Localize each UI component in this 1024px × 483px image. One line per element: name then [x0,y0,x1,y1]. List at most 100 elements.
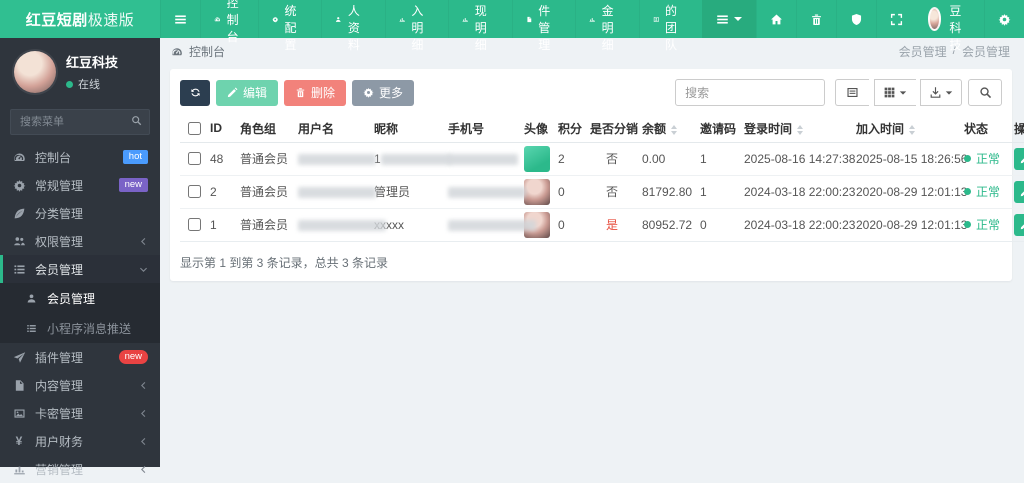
sidebar-item-plugins[interactable]: 插件管理 new [0,343,160,371]
row-checkbox[interactable] [188,218,201,231]
table-row[interactable]: 2 普通会员 管理员 0 否 81792.80 1 2024-03-18 22:… [180,175,1024,209]
col-role[interactable]: 角色组 [236,115,294,143]
sort-icon[interactable] [909,124,916,135]
breadcrumb-parent[interactable]: 会员管理 [899,43,947,60]
row-checkbox[interactable] [188,185,201,198]
sidebar-item-category[interactable]: 分类管理 [0,199,160,227]
refresh-button[interactable] [180,79,210,106]
cell-username [294,142,376,176]
sidebar-item-user-finance[interactable]: ¥ 用户财务 [0,427,160,455]
col-username[interactable]: 用户名 [294,115,370,143]
topbar-user-menu[interactable]: 红豆科技 [916,0,984,52]
topnav-profile[interactable]: 个人资料 [321,0,384,52]
settings-button[interactable] [984,0,1024,38]
team-icon [653,13,659,26]
table-row[interactable]: 1 普通会员 xxxxx 0 是 80952.72 0 2024-03-18 2… [180,208,1024,242]
cell-balance: 81792.80 [638,175,696,209]
col-nickname[interactable]: 昵称 [370,115,444,143]
sidebar-subitem-miniprogram-push[interactable]: 小程序消息推送 [0,313,160,343]
delete-button[interactable]: 删除 [284,79,347,106]
search-button[interactable] [968,79,1002,106]
cell-status: 正常 [960,208,1010,242]
sort-icon[interactable] [671,124,678,135]
table-search-input[interactable] [675,79,826,106]
file-icon [526,13,532,26]
breadcrumb-home[interactable]: 控制台 [189,43,225,60]
topnav-commission-detail[interactable]: 佣金明细 [575,0,638,52]
row-edit-button[interactable] [1014,213,1024,236]
cell-join-time: 2020-08-29 12:01:13 [852,175,967,209]
select-all-checkbox[interactable] [188,121,201,135]
col-balance[interactable]: 余额 [638,115,696,143]
sidebar-item-dashboard[interactable]: 控制台 hot [0,143,160,171]
row-checkbox[interactable] [188,152,201,165]
table-row[interactable]: 48 普通会员 1 2 否 0.00 1 2025-08-16 14:27:38… [180,142,1024,176]
sidebar-item-general[interactable]: 常规管理 new [0,171,160,199]
sort-icon[interactable] [797,124,804,135]
more-button[interactable]: 更多 [352,79,415,106]
sidebar-submenu: 会员管理 小程序消息推送 [0,283,160,343]
fullscreen-button[interactable] [875,0,916,38]
sidebar-collapse-toggle[interactable] [160,0,200,38]
edit-button[interactable]: 编辑 [216,79,279,106]
col-phone[interactable]: 手机号 [444,115,520,143]
cell-actions [1010,142,1024,176]
columns-button[interactable] [873,79,916,106]
row-edit-button[interactable] [1014,180,1024,203]
menu-search-input[interactable] [10,109,150,135]
topnav-withdraw-detail[interactable]: 提现明细 [448,0,511,52]
sidebar-menu: 控制台 hot 常规管理 new 分类管理 权限管理 会员管理 会员管理 小程序消息… [0,143,160,483]
topnav-system-config[interactable]: 系统配置 [258,0,321,52]
col-avatar[interactable]: 头像 [520,115,554,143]
status-badge: 正常 [964,183,1000,200]
chevron-left-icon [139,409,148,418]
export-icon [929,86,942,99]
sidebar-subitem-member-management[interactable]: 会员管理 [0,283,160,313]
col-invite-code[interactable]: 邀请码 [696,115,740,143]
table-toolbar: 编辑 删除 更多 [180,79,1002,106]
cell-role: 普通会员 [236,208,294,242]
sidebar-item-content[interactable]: 内容管理 [0,371,160,399]
chevron-down-icon [139,265,148,274]
file-icon [12,379,26,392]
col-id[interactable]: ID [206,115,236,143]
avatar [524,145,550,172]
col-login-time[interactable]: 登录时间 [740,115,852,143]
main-content: 控制台 会员管理 / 会员管理 编辑 删除 更多 搜索 ID 角色组 用户名 昵… [160,38,1024,467]
col-points[interactable]: 积分 [554,115,586,143]
clear-button[interactable] [795,0,836,38]
hot-badge: hot [122,150,148,164]
cell-balance: 0.00 [638,142,696,176]
cell-id: 2 [206,175,236,209]
topnav-attachment[interactable]: 附件管理 [511,0,575,52]
sidebar-item-permission[interactable]: 权限管理 [0,227,160,255]
topnav-my-team[interactable]: 我的团队 [638,0,702,52]
export-button[interactable] [920,79,962,106]
gear-icon [363,87,374,98]
chart-icon [462,13,468,26]
topnav-income-detail[interactable]: 收入明细 [384,0,448,52]
app-logo[interactable]: 红豆短剧 极速版 [0,0,160,38]
toggle-view-button[interactable] [835,79,870,106]
col-status[interactable]: 状态 [960,115,1010,143]
home-button[interactable] [755,0,796,38]
col-distributor[interactable]: 是否分销 [586,115,638,143]
chart-icon [399,13,405,26]
avatar [524,178,550,205]
sidebar-item-marketing[interactable]: 营销管理 [0,455,160,483]
tabs-dropdown-button[interactable] [701,0,756,38]
masked-username [298,219,386,231]
row-edit-button[interactable] [1014,147,1024,170]
col-join-time[interactable]: 加入时间 [852,115,960,143]
sidebar-item-cardkey[interactable]: 卡密管理 [0,399,160,427]
sidebar-item-member-management[interactable]: 会员管理 [0,255,160,283]
sidebar-search [10,109,150,135]
columns-icon [883,86,896,99]
cell-nickname: 管理员 [370,175,444,209]
cell-login-time: 2024-03-18 22:00:23 [740,208,855,242]
security-button[interactable] [835,0,876,38]
topnav-dashboard[interactable]: 控制台 [200,0,258,44]
avatar[interactable] [14,51,56,93]
caret-down-icon [733,17,742,21]
pencil-icon [1020,154,1024,164]
